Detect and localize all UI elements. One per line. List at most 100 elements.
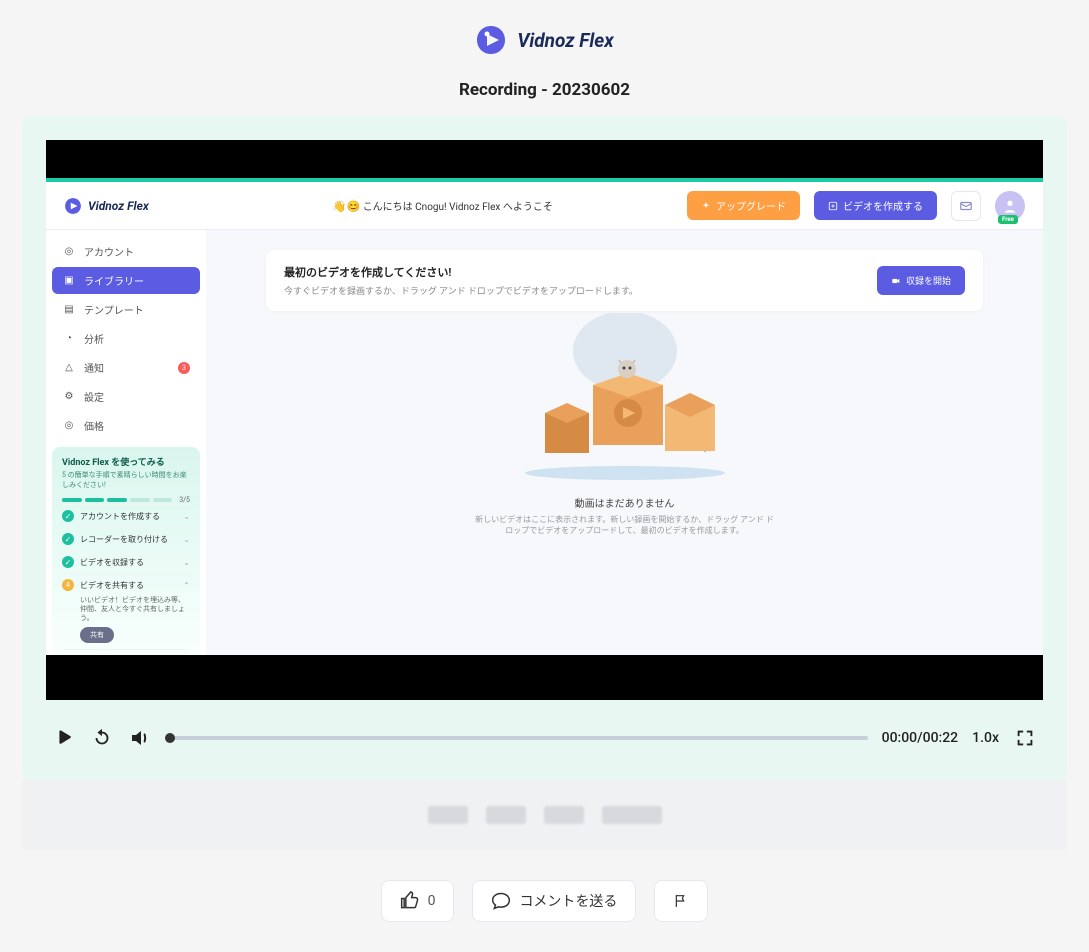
check-icon: ✓ (62, 510, 74, 522)
sidebar-item-library[interactable]: ▣ ライブラリー (52, 267, 200, 294)
video-container: Vidnoz Flex 👋😊 こんにちは Cnogu! Vidnoz Flex … (22, 116, 1067, 780)
replay-icon (91, 727, 113, 749)
sidebar-item-label: ライブラリー (84, 273, 144, 288)
check-icon: ✓ (62, 556, 74, 568)
mail-icon (959, 199, 973, 213)
player-controls: 00:00/00:22 1.0x (46, 700, 1043, 750)
sidebar-item-pricing[interactable]: ◎ 価格 (52, 412, 200, 439)
welcome-text: こんにちは Cnogu! Vidnoz Flex へようこそ (363, 202, 553, 213)
flag-icon (673, 891, 689, 911)
gear-icon: ⚙ (62, 390, 76, 404)
onboard-desc: 5 の簡単な手順で素晴らしい時間をお楽しみください! (62, 470, 190, 490)
replay-button[interactable] (90, 726, 114, 750)
volume-button[interactable] (128, 726, 152, 750)
step-number-icon: 4 (62, 579, 74, 591)
brand-name: Vidnoz Flex (517, 29, 613, 52)
action-bar: 0 コメントを送る (22, 850, 1067, 952)
empty-state: 動画はまだありません 新しいビデオはここに表示されます。新しい録画を開始するか、… (266, 313, 983, 536)
price-icon: ◎ (62, 419, 76, 433)
speaker-icon (128, 726, 152, 750)
onboard-step-1[interactable]: ✓ アカウントを作成する ⌄ (62, 504, 190, 527)
create-label: ビデオを作成する (843, 198, 923, 213)
step-label: アカウントを作成する (80, 511, 160, 522)
check-icon: ✓ (62, 533, 74, 545)
brand-logo: Vidnoz Flex (475, 24, 613, 56)
sidebar-item-notifications[interactable]: △ 通知 3 (52, 354, 200, 381)
onboard-progress: 3/5 (62, 496, 190, 504)
sidebar-item-analytics[interactable]: ◔ 分析 (52, 325, 200, 352)
notification-badge: 3 (178, 362, 190, 374)
empty-subtitle: 新しいビデオはここに表示されます。新しい録画を開始するか、ドラッグ アンド ドロ… (475, 514, 775, 536)
sidebar-item-label: アカウント (84, 244, 134, 259)
page-title: Recording - 20230602 (459, 80, 630, 100)
chevron-up-icon: ⌃ (183, 581, 190, 590)
upgrade-button[interactable]: アップグレード (687, 191, 800, 220)
welcome-message: 👋😊 こんにちは Cnogu! Vidnoz Flex へようこそ (333, 198, 673, 213)
user-avatar[interactable]: Free (995, 191, 1025, 221)
avatar-icon (1002, 198, 1018, 214)
sidebar-item-label: 分析 (84, 331, 104, 346)
app-header: Vidnoz Flex 👋😊 こんにちは Cnogu! Vidnoz Flex … (46, 182, 1043, 230)
thumbs-up-icon (400, 891, 420, 911)
seek-bar[interactable] (166, 736, 868, 740)
user-icon: ◎ (62, 245, 76, 259)
sidebar-item-label: 通知 (84, 360, 104, 375)
plus-icon (828, 201, 838, 211)
play-button[interactable] (52, 726, 76, 750)
sidebar-item-template[interactable]: ▤ テンプレート (52, 296, 200, 323)
library-icon: ▣ (62, 274, 76, 288)
sparkle-icon (701, 201, 711, 211)
chart-icon: ◔ (62, 332, 76, 346)
duration: 00:22 (923, 730, 959, 746)
video-frame[interactable]: Vidnoz Flex 👋😊 こんにちは Cnogu! Vidnoz Flex … (46, 140, 1043, 700)
comment-button[interactable]: コメントを送る (472, 880, 636, 922)
mail-button[interactable] (951, 191, 981, 221)
progress-count: 3/5 (179, 496, 190, 504)
wave-emoji-icon: 👋😊 (333, 200, 360, 213)
comment-label: コメントを送る (519, 891, 617, 911)
sidebar-item-settings[interactable]: ⚙ 設定 (52, 383, 200, 410)
onboard-step-5[interactable]: 5 ビデオを追跡する ⌄ (62, 649, 190, 655)
recorded-app-screenshot: Vidnoz Flex 👋😊 こんにちは Cnogu! Vidnoz Flex … (46, 182, 1043, 655)
template-icon: ▤ (62, 303, 76, 317)
upgrade-label: アップグレード (716, 198, 786, 213)
create-video-button[interactable]: ビデオを作成する (814, 191, 937, 220)
chevron-down-icon: ⌄ (183, 535, 190, 544)
app-logo-text: Vidnoz Flex (88, 199, 149, 213)
flag-button[interactable] (654, 880, 708, 922)
onboard-title: Vidnoz Flex を使ってみる (62, 455, 190, 468)
step-label: ビデオを共有する (80, 580, 144, 591)
time-display: 00:00/00:22 (882, 730, 959, 746)
page-header: Vidnoz Flex Recording - 20230602 (459, 0, 630, 116)
fullscreen-button[interactable] (1013, 726, 1037, 750)
sidebar-item-label: テンプレート (84, 302, 144, 317)
plan-badge: Free (998, 215, 1018, 224)
vidnoz-logo-icon (475, 24, 507, 56)
app-logo: Vidnoz Flex (64, 197, 149, 215)
sidebar-item-label: 設定 (84, 389, 104, 404)
like-button[interactable]: 0 (381, 880, 455, 922)
main-content: 最初のビデオを作成してください! 今すぐビデオを録画するか、ドラッグ アンド ド… (206, 230, 1043, 655)
chevron-down-icon: ⌄ (183, 558, 190, 567)
sidebar-item-label: 価格 (84, 418, 104, 433)
sidebar-item-account[interactable]: ◎ アカウント (52, 238, 200, 265)
empty-title: 動画はまだありません (266, 495, 983, 510)
bell-icon: △ (62, 361, 76, 375)
onboard-step-4[interactable]: 4 ビデオを共有する ⌃ (62, 573, 190, 596)
onboard-step-3[interactable]: ✓ ビデオを収録する ⌄ (62, 550, 190, 573)
current-time: 00:00 (882, 730, 918, 746)
speed-button[interactable]: 1.0x (972, 730, 999, 746)
create-subtitle: 今すぐビデオを録画するか、ドラッグ アンド ドロップでビデオをアップロードします… (284, 284, 877, 297)
comment-icon (491, 891, 511, 911)
loading-placeholder (22, 780, 1067, 850)
start-recording-button[interactable]: 収録を開始 (877, 266, 965, 295)
onboard-step-2[interactable]: ✓ レコーダーを取り付ける ⌄ (62, 527, 190, 550)
empty-illustration-icon (515, 313, 735, 483)
share-button[interactable]: 共有 (80, 627, 114, 643)
fullscreen-icon (1014, 727, 1036, 749)
app-logo-icon (64, 197, 82, 215)
sidebar: ◎ アカウント ▣ ライブラリー ▤ テンプレート ◔ (46, 230, 206, 655)
create-title: 最初のビデオを作成してください! (284, 264, 877, 280)
create-video-card: 最初のビデオを作成してください! 今すぐビデオを録画するか、ドラッグ アンド ド… (266, 250, 983, 311)
chevron-down-icon: ⌄ (183, 512, 190, 521)
